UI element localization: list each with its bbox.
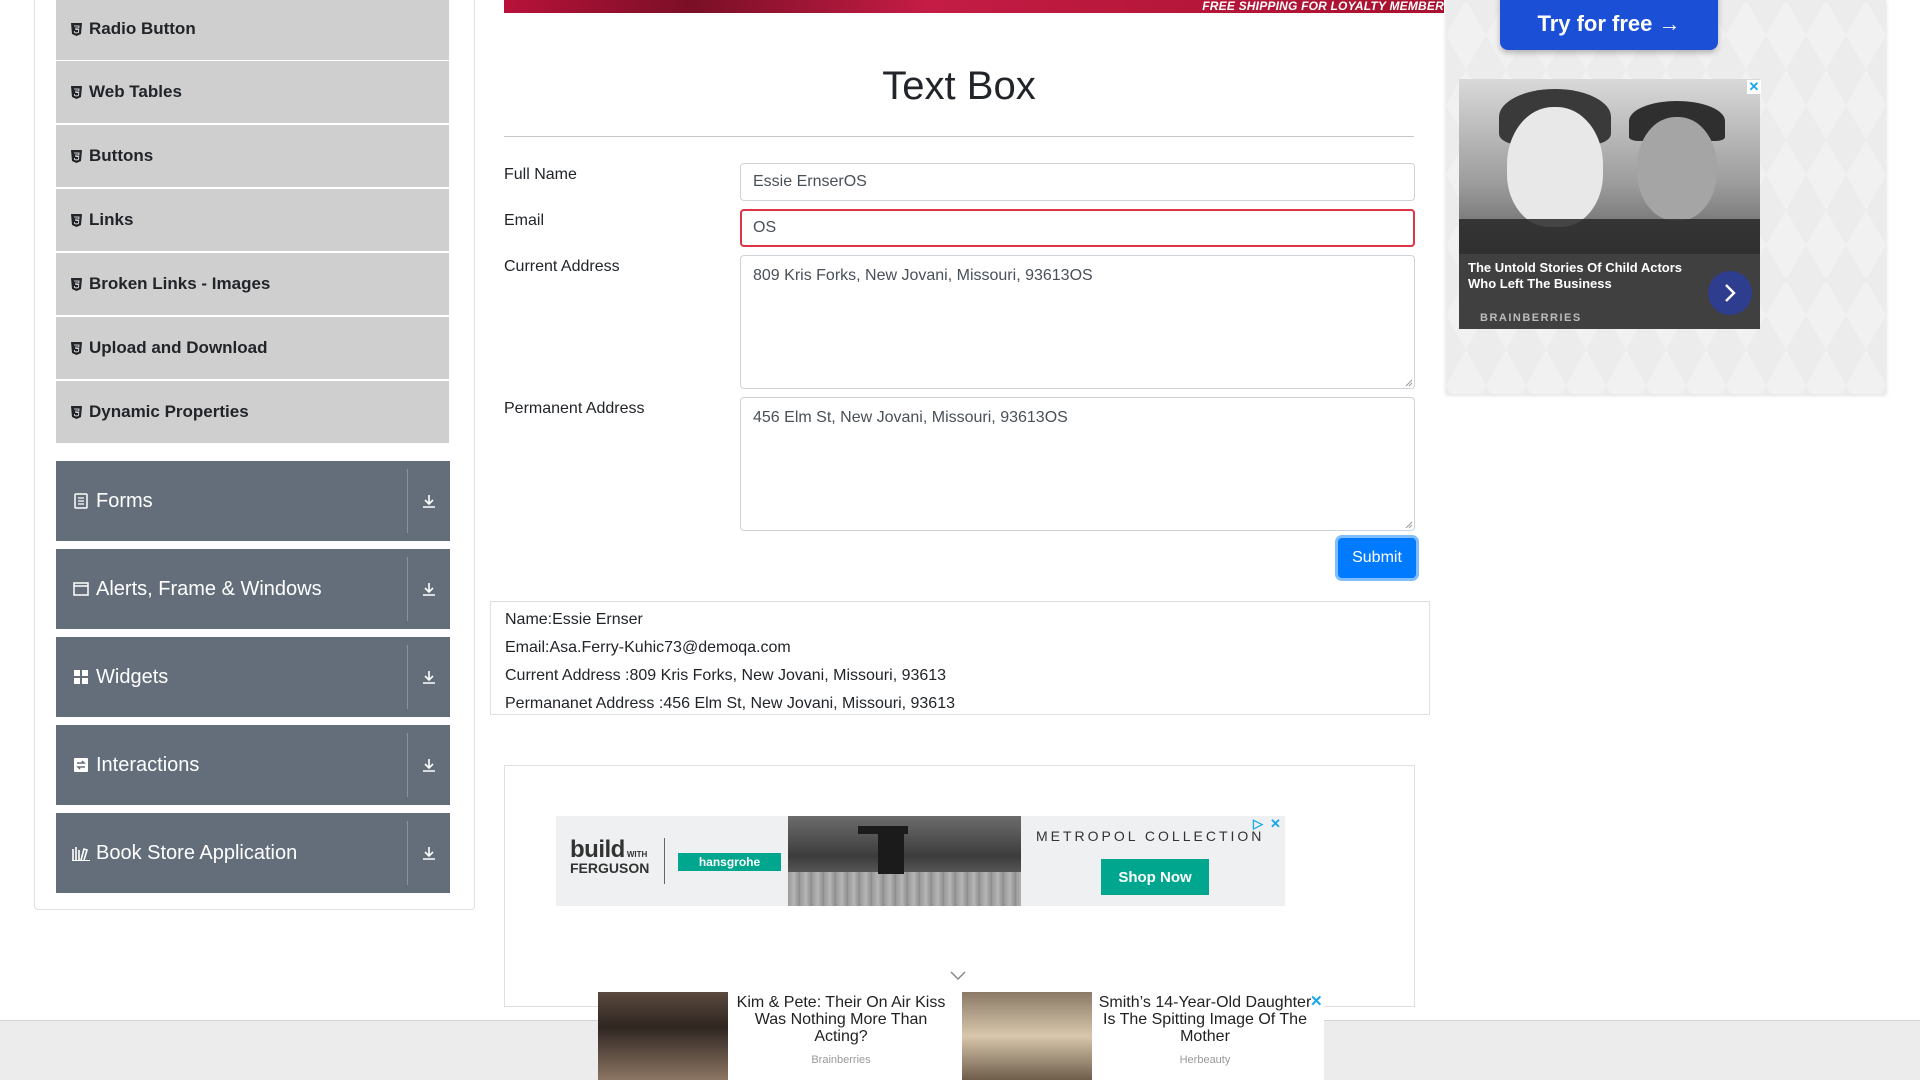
book-store-icon (72, 844, 90, 862)
faucet-image (788, 816, 1021, 906)
accordion-alerts-frame-windows[interactable]: Alerts, Frame & Windows (56, 549, 450, 629)
hansgrohe-logo: hansgrohe (678, 853, 781, 871)
sidebar-item-label: Buttons (89, 146, 154, 165)
page-title: Text Box (882, 64, 1036, 108)
ad-headline[interactable]: Kim & Pete: Their On Air Kiss Was Nothin… (730, 992, 952, 1045)
close-icon[interactable]: ✕ (1270, 816, 1281, 832)
permanent-address-textarea[interactable]: 456 Elm St, New Jovani, Missouri, 93613O… (740, 397, 1415, 531)
output-permanent-address: Permananet Address :456 Elm St, New Jova… (505, 695, 955, 712)
current-address-textarea[interactable]: 809 Kris Forks, New Jovani, Missouri, 93… (740, 255, 1415, 389)
sidebar-item-label: Upload and Download (89, 338, 268, 357)
sidebar-item-label: Radio Button (89, 19, 196, 38)
ad-collection-text: METROPOL COLLECTION (1036, 828, 1265, 844)
resize-handle-icon[interactable] (1405, 521, 1413, 529)
ad-headline[interactable]: Smith’s 14-Year-Old Daughter Is The Spit… (1094, 992, 1316, 1045)
output-current-address: Current Address :809 Kris Forks, New Jov… (505, 667, 947, 684)
download-arrow-icon[interactable] (408, 549, 450, 629)
download-arrow-icon[interactable] (408, 637, 450, 717)
sidebar-item-label: Dynamic Properties (89, 402, 249, 421)
ad-thumbnail[interactable] (598, 992, 728, 1080)
full-name-input[interactable] (740, 163, 1415, 201)
sidebar-item-buttons[interactable]: Buttons (56, 125, 449, 188)
accordion-label: Book Store Application (96, 841, 298, 864)
submit-button[interactable]: Submit (1338, 538, 1416, 578)
sidebar-item-web-tables[interactable]: Web Tables (56, 61, 449, 124)
output-name: Name:Essie Ernser (505, 611, 643, 628)
brainberries-ad[interactable]: The Untold Stories Of Child Actors Who L… (1459, 79, 1760, 329)
full-name-label: Full Name (504, 166, 577, 183)
widgets-icon (72, 668, 90, 686)
adchoices-icon[interactable]: ▷ (1253, 816, 1263, 832)
sidebar-item-links[interactable]: Links (56, 189, 449, 252)
output-panel: Name:Essie Ernser Email:Asa.Ferry-Kuhic7… (490, 601, 1430, 715)
form-icon (72, 492, 90, 510)
chevron-down-icon[interactable] (950, 971, 966, 981)
window-icon (72, 580, 90, 598)
accordion-label: Forms (96, 489, 153, 512)
download-arrow-icon[interactable] (408, 461, 450, 541)
divider (504, 136, 1414, 137)
accordion-label: Widgets (96, 665, 169, 688)
sidebar-item-dynamic-properties[interactable]: Dynamic Properties (56, 381, 449, 444)
sidebar-item-upload-download[interactable]: Upload and Download (56, 317, 449, 380)
sidebar-item-broken-links[interactable]: Broken Links - Images (56, 253, 449, 316)
html5-icon (70, 85, 82, 99)
html5-icon (70, 149, 82, 163)
shop-now-button[interactable]: Shop Now (1101, 859, 1209, 895)
sidebar-item-label: Web Tables (89, 82, 182, 101)
sidebar-item-label: Broken Links - Images (89, 274, 271, 293)
accordion-forms[interactable]: Forms (56, 461, 450, 541)
chevron-right-icon[interactable] (1708, 271, 1752, 315)
current-address-label: Current Address (504, 258, 620, 275)
ad-headline: The Untold Stories Of Child Actors Who L… (1468, 260, 1683, 291)
ad-source: BRAINBERRIES (1480, 312, 1582, 324)
divider (664, 838, 665, 884)
resize-handle-icon[interactable] (1405, 379, 1413, 387)
top-banner-text: FREE SHIPPING FOR LOYALTY MEMBER (1202, 0, 1444, 13)
hansgrohe-ad[interactable]: build WITH FERGUSON hansgrohe METROPOL CO… (556, 816, 1285, 906)
accordion-label: Alerts, Frame & Windows (96, 577, 322, 600)
accordion-book-store[interactable]: Book Store Application (56, 813, 450, 893)
download-arrow-icon[interactable] (408, 725, 450, 805)
accordion-interactions[interactable]: Interactions (56, 725, 450, 805)
sidebar-item-radio-button[interactable]: Radio Button (56, 0, 449, 61)
html5-icon (70, 405, 82, 419)
accordion-label: Interactions (96, 753, 200, 776)
ad-source: Herbeauty (1179, 1054, 1231, 1066)
html5-icon (70, 213, 82, 227)
html5-icon (70, 277, 82, 291)
ad-thumbnail[interactable] (962, 992, 1092, 1080)
interactions-icon (72, 756, 90, 774)
output-email: Email:Asa.Ferry-Kuhic73@demoqa.com (505, 639, 791, 656)
permanent-address-label: Permanent Address (504, 400, 645, 417)
accordion-widgets[interactable]: Widgets (56, 637, 450, 717)
bottom-native-ad[interactable]: Kim & Pete: Their On Air Kiss Was Nothin… (598, 992, 1324, 1080)
try-for-free-button[interactable]: Try for free → (1500, 0, 1718, 50)
html5-icon (70, 341, 82, 355)
top-promo-banner[interactable]: FREE SHIPPING FOR LOYALTY MEMBER (504, 0, 1444, 13)
email-input[interactable] (740, 209, 1415, 247)
ad-source: Brainberries (811, 1054, 871, 1066)
email-label: Email (504, 212, 545, 229)
html5-icon (70, 22, 82, 36)
sidebar-item-label: Links (89, 210, 134, 229)
build-with-ferguson-logo: build WITH FERGUSON (570, 836, 650, 876)
close-icon[interactable]: ✕ (1310, 992, 1323, 1010)
close-icon[interactable]: ✕ (1747, 80, 1761, 94)
download-arrow-icon[interactable] (408, 813, 450, 893)
